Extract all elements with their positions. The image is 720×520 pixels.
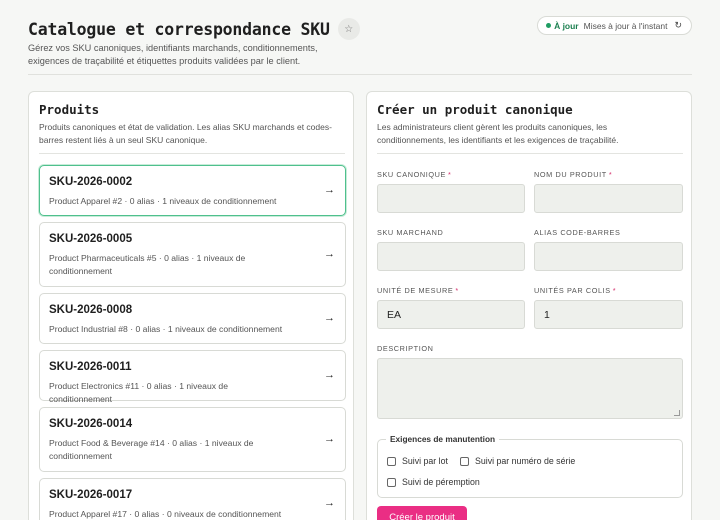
description-textarea[interactable] [377, 358, 683, 419]
product-card[interactable]: SKU-2026-0017 Product Apparel #17 · 0 al… [39, 478, 346, 520]
product-card[interactable]: SKU-2026-0011 Product Electronics #11 · … [39, 350, 346, 404]
required-mark: * [612, 286, 617, 295]
products-panel-title: Produits [39, 102, 100, 117]
product-sku: SKU-2026-0011 [49, 361, 132, 373]
sku-canonical-input[interactable] [377, 184, 525, 213]
product-name-label: NOM DU PRODUIT * [534, 170, 613, 179]
expiry-tracking-checkbox-row[interactable]: Suivi de péremption [387, 477, 480, 487]
lot-tracking-checkbox[interactable] [387, 456, 396, 466]
product-meta: Product Industrial #8 · 0 alias · 1 nive… [49, 324, 283, 334]
header-divider [28, 74, 692, 75]
page-title: Catalogue et correspondance SKU [28, 19, 330, 39]
arrow-right-icon: → [324, 184, 335, 196]
serial-tracking-checkbox-row[interactable]: Suivi par numéro de série [460, 456, 575, 466]
serial-tracking-label: Suivi par numéro de série [475, 456, 576, 466]
description-label: DESCRIPTION [377, 344, 434, 353]
handling-requirements-group: Exigences de manutention Suivi par lot S… [377, 434, 683, 498]
required-mark: * [448, 170, 452, 179]
lot-tracking-checkbox-row[interactable]: Suivi par lot [387, 456, 448, 466]
arrow-right-icon: → [324, 497, 335, 509]
product-sku: SKU-2026-0002 [49, 176, 133, 188]
product-meta: Product Pharmaceuticals #5 · 0 alias · 1… [49, 253, 246, 276]
handling-legend: Exigences de manutention [386, 434, 500, 444]
page-subtitle: Gérez vos SKU canoniques, identifiants m… [28, 43, 318, 66]
barcode-alias-input[interactable] [534, 242, 683, 271]
arrow-right-icon: → [324, 433, 335, 445]
title-row: Catalogue et correspondance SKU ☆ [28, 18, 360, 40]
merchant-sku-label: SKU MARCHAND [377, 228, 444, 237]
products-panel: Produits Produits canoniques et état de … [28, 91, 354, 520]
product-meta: Product Electronics #11 · 0 alias · 1 ni… [49, 381, 228, 404]
units-per-case-input[interactable]: 1 [534, 300, 683, 329]
unit-label: UNITÉ DE MESURE * [377, 286, 459, 295]
required-mark: * [455, 286, 459, 295]
expiry-tracking-checkbox[interactable] [387, 477, 396, 487]
product-card[interactable]: SKU-2026-0005 Product Pharmaceuticals #5… [39, 222, 346, 287]
product-card[interactable]: SKU-2026-0008 Product Industrial #8 · 0 … [39, 293, 346, 344]
products-panel-description: Produits canoniques et état de validatio… [39, 122, 332, 145]
favorite-star-icon[interactable]: ☆ [337, 18, 360, 40]
product-name-input[interactable] [534, 184, 683, 213]
create-panel-divider [377, 153, 683, 154]
product-meta: Product Food & Beverage #14 · 0 alias · … [49, 438, 254, 461]
products-panel-divider [39, 153, 345, 154]
create-product-button[interactable]: Créer le produit [377, 506, 467, 520]
product-sku: SKU-2026-0008 [49, 304, 133, 316]
required-mark: * [608, 170, 613, 179]
product-sku: SKU-2026-0014 [49, 418, 133, 430]
sku-canonical-label: SKU CANONIQUE * [377, 170, 452, 179]
lot-tracking-label: Suivi par lot [402, 456, 448, 466]
arrow-right-icon: → [324, 312, 335, 324]
status-text: Mises à jour à l'instant [583, 20, 668, 31]
unit-input[interactable]: EA [377, 300, 525, 329]
status-dot-icon [546, 23, 552, 28]
barcode-alias-label: ALIAS CODE-BARRES [534, 228, 621, 237]
refresh-icon[interactable]: ↻ [674, 20, 682, 31]
serial-tracking-checkbox[interactable] [460, 456, 469, 466]
product-meta: Product Apparel #17 · 0 alias · 0 niveau… [49, 509, 282, 519]
units-per-case-label: UNITÉS PAR COLIS * [534, 286, 617, 295]
sync-status-badge[interactable]: À jour Mises à jour à l'instant ↻ [537, 16, 692, 35]
create-panel-title: Créer un produit canonique [377, 102, 573, 117]
create-panel-description: Les administrateurs client gèrent les pr… [377, 122, 619, 145]
product-meta: Product Apparel #2 · 0 alias · 1 niveaux… [49, 196, 277, 206]
page-header: Catalogue et correspondance SKU ☆ Gérez … [28, 16, 692, 74]
status-label: À jour [554, 20, 579, 31]
create-product-panel: Créer un produit canonique Les administr… [366, 91, 692, 520]
product-sku: SKU-2026-0017 [49, 489, 133, 501]
product-sku: SKU-2026-0005 [49, 233, 133, 245]
product-card[interactable]: SKU-2026-0002 Product Apparel #2 · 0 ali… [39, 165, 346, 216]
merchant-sku-input[interactable] [377, 242, 525, 271]
expiry-tracking-label: Suivi de péremption [402, 477, 480, 487]
arrow-right-icon: → [324, 369, 335, 381]
resize-handle-icon[interactable] [674, 410, 680, 416]
product-card[interactable]: SKU-2026-0014 Product Food & Beverage #1… [39, 407, 346, 472]
arrow-right-icon: → [324, 248, 335, 260]
